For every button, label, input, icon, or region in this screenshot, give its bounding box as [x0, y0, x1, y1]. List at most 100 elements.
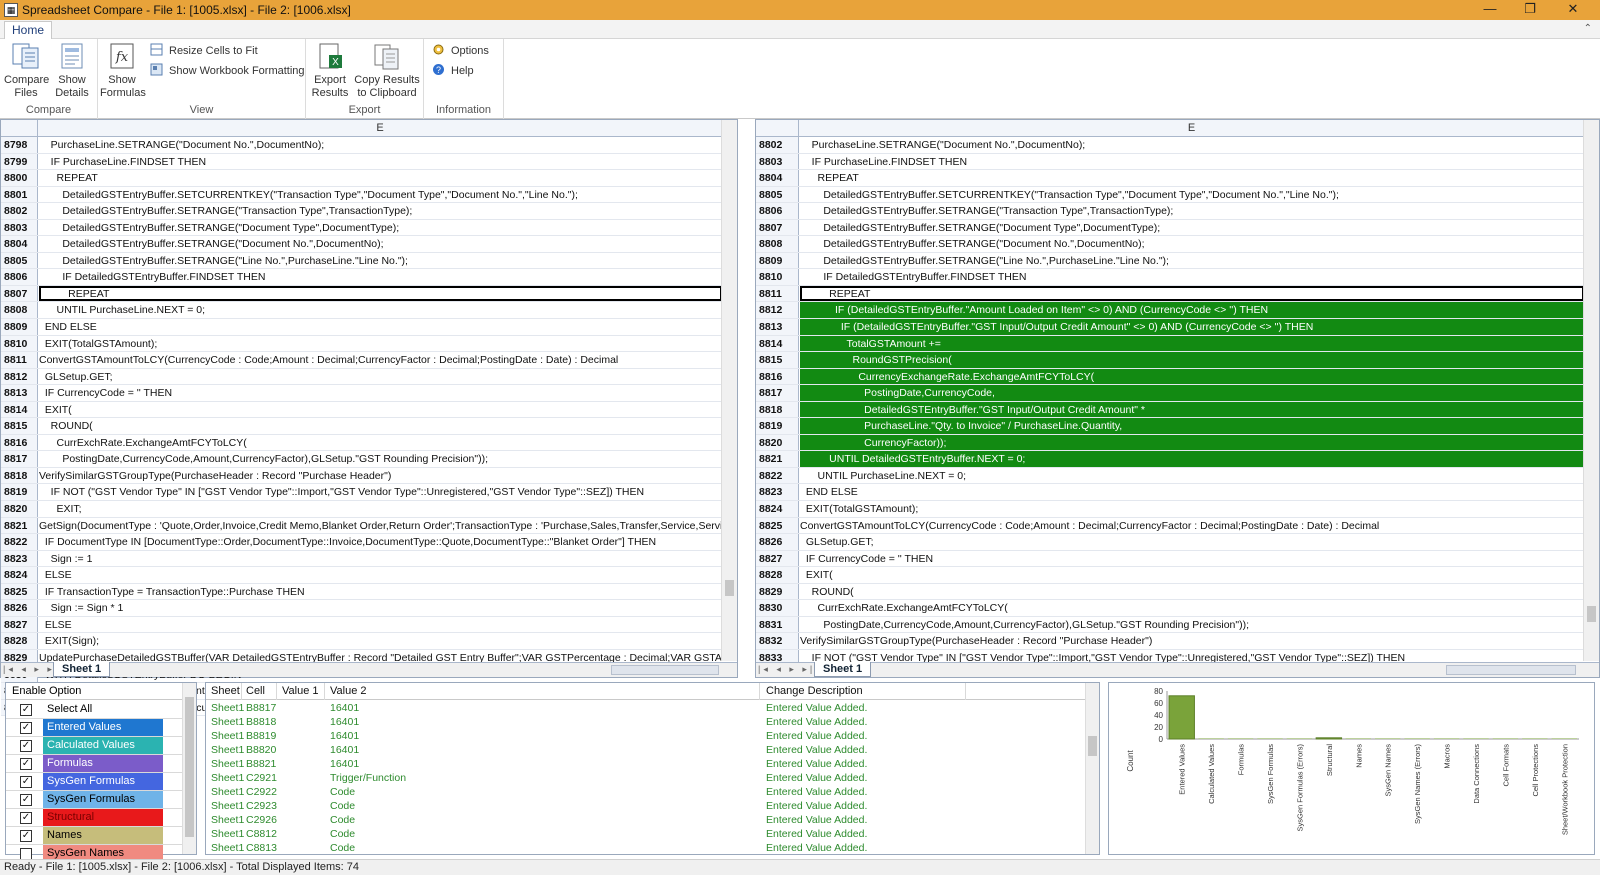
row-number[interactable]: 8806 [1, 269, 38, 285]
table-row[interactable]: Sheet1 C8813 Code Entered Value Added. [206, 842, 1086, 856]
maximize-button[interactable]: ❐ [1510, 0, 1550, 20]
row-number[interactable]: 8809 [1, 319, 38, 335]
code-cell[interactable]: PurchaseLine."Qty. to Invoice" / Purchas… [800, 418, 1584, 434]
row-number[interactable]: 8822 [756, 467, 799, 484]
code-cell[interactable]: IF (DetailedGSTEntryBuffer."Amount Loade… [800, 302, 1584, 319]
row-number[interactable]: 8802 [1, 203, 38, 219]
help-button[interactable]: ? Help [432, 63, 474, 79]
code-cell[interactable]: GLSetup.GET; [800, 534, 1584, 550]
code-cell[interactable]: IF PurchaseLine.FINDSET THEN [39, 154, 722, 170]
row-number[interactable]: 8814 [756, 335, 799, 352]
code-cell[interactable]: Sign := 1 [39, 551, 722, 567]
row-number[interactable]: 8812 [1, 368, 38, 385]
table-row[interactable]: Sheet1 B8819 16401 Entered Value Added. [206, 730, 1086, 744]
option-checkbox[interactable]: ✓ [20, 776, 32, 788]
table-row[interactable]: Sheet1 B8818 16401 Entered Value Added. [206, 716, 1086, 730]
options-scrollbar[interactable] [182, 683, 196, 854]
row-number[interactable]: 8828 [756, 567, 799, 583]
option-checkbox[interactable]: ✓ [20, 794, 32, 806]
row-number[interactable]: 8805 [1, 252, 38, 269]
code-cell[interactable]: UNTIL PurchaseLine.NEXT = 0; [39, 302, 722, 318]
left-spreadsheet-grid[interactable]: E 8798 PurchaseLine.SETRANGE("Document N… [0, 119, 738, 717]
code-cell[interactable]: ROUND( [800, 584, 1584, 600]
option-checkbox[interactable]: ✓ [20, 704, 32, 716]
row-number[interactable]: 8820 [1, 501, 38, 517]
row-number[interactable]: 8813 [1, 385, 38, 401]
code-cell[interactable]: ROUND( [39, 418, 722, 434]
table-row[interactable]: Sheet1 C2921 Trigger/Function Entered Value… [206, 772, 1086, 786]
code-cell[interactable]: CurrencyExchangeRate.ExchangeAmtFCYToLCY… [800, 368, 1584, 385]
code-cell[interactable]: DetailedGSTEntryBuffer.SETRANGE("Documen… [800, 220, 1584, 236]
row-number[interactable]: 8823 [756, 484, 799, 501]
code-cell[interactable]: IF (DetailedGSTEntryBuffer."GST Input/Ou… [800, 319, 1584, 335]
row-number[interactable]: 8826 [756, 534, 799, 550]
row-number[interactable]: 8809 [756, 252, 799, 269]
code-cell[interactable]: IF DetailedGSTEntryBuffer.FINDSET THEN [39, 269, 722, 285]
row-number[interactable]: 8826 [1, 600, 38, 616]
row-number[interactable]: 8832 [756, 633, 799, 649]
row-number[interactable]: 8802 [756, 137, 799, 153]
row-number[interactable]: 8800 [1, 170, 38, 186]
row-number[interactable]: 8804 [1, 236, 38, 252]
row-number[interactable]: 8831 [756, 616, 799, 633]
code-cell[interactable]: ELSE [39, 617, 722, 633]
row-number[interactable]: 8818 [756, 401, 799, 418]
option-checkbox[interactable]: ✓ [20, 830, 32, 842]
row-number[interactable]: 8806 [756, 203, 799, 219]
sheet-column-header[interactable]: Sheet [211, 685, 240, 697]
row-number[interactable]: 8827 [756, 550, 799, 567]
row-number[interactable]: 8808 [1, 302, 38, 319]
row-number[interactable]: 8824 [756, 501, 799, 517]
show-details-button[interactable]: Show Details [50, 41, 94, 100]
code-cell[interactable]: CurrExchRate.ExchangeAmtFCYToLCY( [39, 435, 722, 451]
code-cell[interactable]: IF DetailedGSTEntryBuffer.FINDSET THEN [800, 269, 1584, 285]
show-formulas-button[interactable]: fx Show Formulas [100, 41, 146, 100]
row-number[interactable]: 8821 [1, 517, 38, 534]
code-cell[interactable]: CurrExchRate.ExchangeAmtFCYToLCY( [800, 600, 1584, 616]
code-cell[interactable]: DetailedGSTEntryBuffer.SETRANGE("Documen… [800, 236, 1584, 252]
option-checkbox[interactable]: ✓ [20, 740, 32, 752]
row-number[interactable]: 8815 [756, 352, 799, 368]
row-number[interactable]: 8817 [1, 451, 38, 467]
row-number[interactable]: 8821 [756, 451, 799, 467]
select-all-corner[interactable] [756, 120, 799, 137]
row-number[interactable]: 8829 [756, 583, 799, 600]
value2-column-header[interactable]: Value 2 [330, 685, 367, 697]
row-number[interactable]: 8803 [1, 219, 38, 236]
row-number[interactable]: 8815 [1, 418, 38, 434]
row-number[interactable]: 8805 [756, 186, 799, 203]
horizontal-scrollbar[interactable] [1446, 665, 1576, 675]
value1-column-header[interactable]: Value 1 [282, 685, 319, 697]
code-cell[interactable]: REPEAT [39, 285, 722, 302]
table-row[interactable]: Sheet1 B8820 16401 Entered Value Added. [206, 744, 1086, 758]
sheet-nav-arrows[interactable]: |◂ ◂ ▸ ▸| [3, 664, 60, 675]
code-cell[interactable]: EXIT; [39, 501, 722, 517]
row-number[interactable]: 8819 [1, 484, 38, 501]
compare-files-button[interactable]: Compare Files [4, 41, 49, 100]
code-cell[interactable]: IF NOT ("GST Vendor Type" IN ["GST Vendo… [39, 484, 722, 500]
code-cell[interactable]: EXIT(TotalGSTAmount); [800, 501, 1584, 517]
right-vertical-scrollbar[interactable] [1583, 120, 1599, 661]
row-number[interactable]: 8811 [756, 285, 799, 302]
table-row[interactable]: Sheet1 C2922 Code Entered Value Added. [206, 786, 1086, 800]
option-label[interactable]: SysGen Formulas [43, 773, 163, 790]
copy-results-button[interactable]: Copy Results to Clipboard [354, 41, 420, 100]
code-cell[interactable]: REPEAT [39, 170, 722, 186]
resize-cells-button[interactable]: Resize Cells to Fit [150, 43, 258, 59]
code-cell[interactable]: Sign := Sign * 1 [39, 600, 722, 616]
code-cell[interactable]: DetailedGSTEntryBuffer.SETRANGE("Line No… [39, 253, 722, 269]
row-number[interactable]: 8823 [1, 550, 38, 567]
row-number[interactable]: 8822 [1, 534, 38, 550]
column-header-e[interactable]: E [38, 120, 722, 137]
code-cell[interactable]: UNTIL DetailedGSTEntryBuffer.NEXT = 0; [800, 451, 1584, 467]
code-cell[interactable]: ConvertGSTAmountToLCY(CurrencyCode : Cod… [39, 352, 722, 368]
table-row[interactable]: Sheet1 B8817 16401 Entered Value Added. [206, 702, 1086, 716]
code-cell[interactable]: REPEAT [800, 170, 1584, 186]
code-cell[interactable]: DetailedGSTEntryBuffer.SETCURRENTKEY("Tr… [39, 187, 722, 203]
row-number[interactable]: 8801 [1, 186, 38, 203]
code-cell[interactable]: DetailedGSTEntryBuffer.SETRANGE("Line No… [800, 253, 1584, 269]
row-number[interactable]: 8825 [756, 517, 799, 534]
row-number[interactable]: 8810 [756, 269, 799, 285]
option-label[interactable]: Calculated Values [43, 737, 163, 754]
code-cell[interactable]: VerifySimilarGSTGroupType(PurchaseHeader… [800, 633, 1584, 649]
